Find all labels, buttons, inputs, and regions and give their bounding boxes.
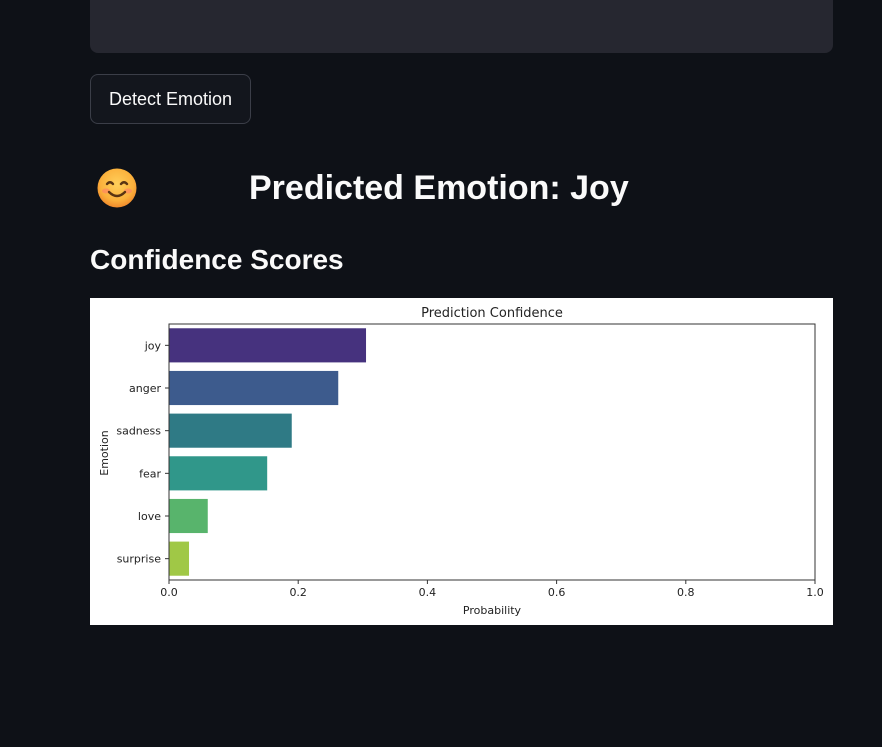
y-tick-label: sadness (116, 425, 161, 438)
confidence-chart: Prediction Confidence Probability Emotio… (90, 298, 833, 625)
text-input-area[interactable] (90, 0, 833, 53)
smiling-face-emoji-icon (96, 167, 138, 209)
y-tick-label: surprise (117, 553, 162, 566)
y-tick-label: joy (144, 339, 162, 352)
x-tick-label: 1.0 (806, 586, 824, 599)
chart-title: Prediction Confidence (421, 306, 563, 321)
y-tick-label: anger (129, 382, 161, 395)
y-axis-label: Emotion (98, 430, 111, 475)
bar-surprise (169, 541, 190, 576)
detect-emotion-button[interactable]: Detect Emotion (90, 74, 251, 124)
x-tick-label: 0.6 (548, 586, 566, 599)
bar-fear (169, 456, 268, 491)
confidence-bar-chart: Prediction Confidence Probability Emotio… (98, 306, 824, 617)
y-tick-label: love (138, 510, 161, 523)
x-tick-label: 0.8 (677, 586, 695, 599)
y-tick-label: fear (139, 467, 161, 480)
x-tick-label: 0.4 (419, 586, 437, 599)
bar-anger (169, 370, 339, 406)
bar-joy (169, 328, 367, 363)
bar-sadness (169, 413, 292, 448)
predicted-emotion-heading: Predicted Emotion: Joy (249, 169, 629, 207)
confidence-scores-heading: Confidence Scores (90, 244, 344, 275)
x-axis-label: Probability (463, 604, 522, 617)
x-tick-label: 0.0 (160, 586, 178, 599)
bar-love (169, 498, 208, 534)
x-tick-label: 0.2 (289, 586, 307, 599)
